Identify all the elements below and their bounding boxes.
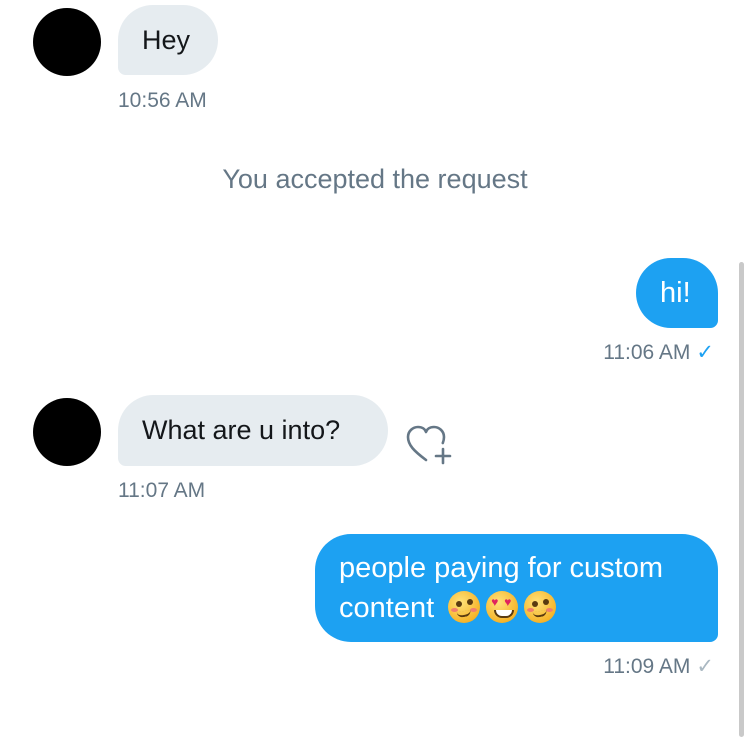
- woozy-face-emoji: [524, 591, 557, 623]
- woozy-face-emoji: [448, 591, 481, 623]
- avatar[interactable]: [33, 8, 101, 76]
- seen-check-icon: ✓: [696, 341, 714, 364]
- sent-check-icon: ✓: [696, 655, 714, 678]
- system-message: You accepted the request: [222, 164, 528, 194]
- message-bubble-outgoing[interactable]: hi!: [636, 258, 718, 328]
- like-message-button[interactable]: [404, 422, 454, 466]
- scrollbar[interactable]: [739, 262, 744, 737]
- message-timestamp: 10:56 AM: [118, 89, 207, 112]
- message-text: What are u into?: [142, 415, 341, 445]
- message-text-line: content ♥ ♥: [339, 588, 694, 628]
- heart-plus-icon: [406, 425, 452, 465]
- message-bubble-incoming[interactable]: Hey: [118, 5, 218, 75]
- message-timestamp: 11:07 AM: [118, 479, 206, 502]
- avatar[interactable]: [33, 398, 101, 466]
- message-bubble-incoming[interactable]: What are u into?: [118, 395, 388, 466]
- message-bubble-outgoing[interactable]: people paying for custom content ♥ ♥: [315, 534, 718, 642]
- message-timestamp: 11:06 AM ✓: [603, 341, 714, 364]
- heart-eyes-emoji: ♥ ♥: [486, 591, 519, 623]
- message-text: content: [339, 592, 435, 624]
- message-text: hi!: [660, 277, 691, 309]
- message-timestamp: 11:09 AM ✓: [603, 655, 714, 678]
- message-text-line: people paying for custom: [339, 552, 664, 584]
- message-text: Hey: [142, 25, 191, 55]
